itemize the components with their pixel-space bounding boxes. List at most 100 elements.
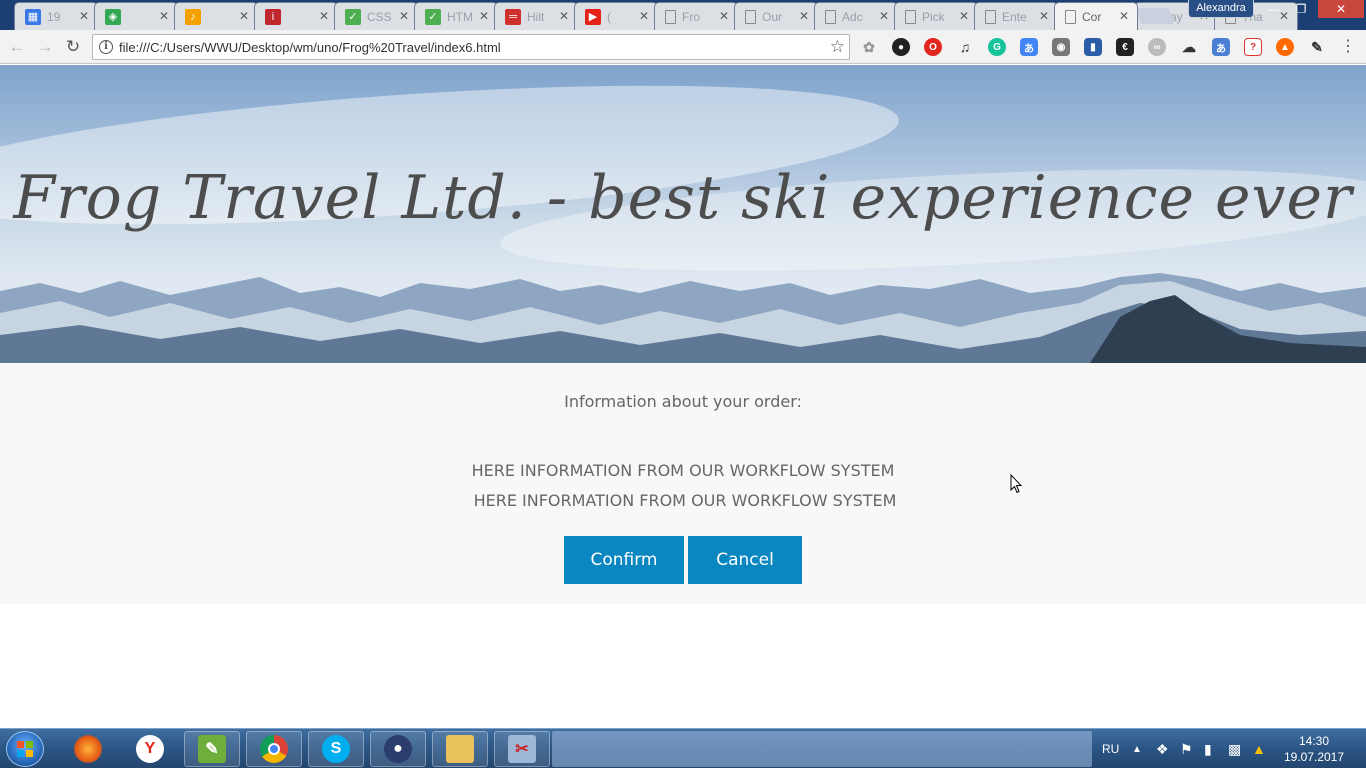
reload-button[interactable]: ↻ [62, 36, 84, 58]
folder-icon [446, 735, 474, 763]
cloud-off-extension-icon[interactable]: ☁ [1180, 38, 1198, 56]
taskbar-keepass[interactable]: ● [370, 731, 426, 767]
tab-close-icon[interactable]: ✕ [639, 9, 649, 23]
tab-close-icon[interactable]: ✕ [559, 9, 569, 23]
start-button[interactable] [6, 731, 44, 767]
language-indicator[interactable]: RU [1102, 729, 1119, 768]
taskbar-editor[interactable]: ✎ [184, 731, 240, 767]
browser-tab[interactable]: Fro ✕ [654, 2, 738, 30]
network-signal-icon[interactable]: ▩ [1228, 729, 1241, 768]
translate-alt-extension-icon[interactable]: あ [1212, 38, 1230, 56]
taskbar-clock[interactable]: 14:30 19.07.2017 [1270, 733, 1358, 765]
browser-tab[interactable]: Pick ✕ [894, 2, 978, 30]
browser-tab[interactable]: ◈ ✕ [94, 2, 178, 30]
browser-tab[interactable]: i ✕ [254, 2, 338, 30]
browser-tab[interactable]: Ente ✕ [974, 2, 1058, 30]
browser-tab[interactable]: Our ✕ [734, 2, 818, 30]
minimize-button[interactable]: — [1262, 0, 1286, 18]
forward-button[interactable]: → [34, 36, 56, 58]
tab-close-icon[interactable]: ✕ [959, 9, 969, 23]
bookmark-star-icon[interactable]: ☆ [830, 37, 845, 57]
browser-tab-title: Adc [842, 9, 863, 24]
browser-tab[interactable]: ▶ (✕ [574, 2, 658, 30]
windows-taskbar: Y ✎ S ● ✂ RU ▲ ❖ ⚑ ▮ ▩ ▲ 14:30 19.07.201… [0, 728, 1366, 768]
vpn-extension-icon[interactable]: ∞ [1148, 38, 1166, 56]
google-drive-icon[interactable]: ▲ [1252, 729, 1266, 768]
calendar-icon: ▦ [25, 8, 41, 25]
tab-close-icon[interactable]: ✕ [479, 9, 489, 23]
restore-button[interactable]: ❐ [1288, 0, 1314, 18]
eye-extension-icon[interactable]: ◉ [1052, 38, 1070, 56]
browser-tab[interactable]: ✓ HTM ✕ [414, 2, 498, 30]
address-bar[interactable]: i file:///C:/Users/WWU/Desktop/wm/uno/Fr… [92, 34, 850, 60]
taskbar-yandex[interactable]: Y [122, 731, 178, 767]
close-window-button[interactable]: ✕ [1318, 0, 1364, 18]
evernote-extension-icon[interactable]: € [1116, 38, 1134, 56]
browser-toolbar: ← → ↻ i file:///C:/Users/WWU/Desktop/wm/… [0, 30, 1366, 64]
translate-extension-icon[interactable]: あ [1020, 38, 1038, 56]
tab-close-icon[interactable]: ✕ [79, 9, 89, 23]
taskbar-hidden-window-area [552, 731, 1092, 767]
taskbar-firefox[interactable] [60, 731, 116, 767]
profile-button[interactable]: Alexandra [1188, 0, 1254, 18]
browser-tab-title: Hilt [527, 9, 545, 24]
cancel-button[interactable]: Cancel [688, 536, 802, 584]
notepad-icon: ✎ [198, 735, 226, 763]
music-icon: ♪ [185, 8, 201, 25]
mouse-cursor-icon [1010, 474, 1022, 494]
tab-close-icon[interactable]: ✕ [1119, 9, 1129, 23]
browser-tab[interactable]: ═ Hilt ✕ [494, 2, 578, 30]
battery-icon[interactable]: ▮ [1204, 729, 1212, 768]
taskbar-explorer[interactable] [432, 731, 488, 767]
taskbar-skype[interactable]: S [308, 731, 364, 767]
browser-tab[interactable]: ▦ 19 ✕ [14, 2, 98, 30]
w3-icon: ✓ [425, 8, 441, 25]
yandex-icon: Y [136, 735, 164, 763]
tab-close-icon[interactable]: ✕ [879, 9, 889, 23]
back-button[interactable]: ← [6, 36, 28, 58]
browser-tab-title: HTM [447, 9, 473, 24]
windows-logo-icon [17, 741, 33, 757]
tab-close-icon[interactable]: ✕ [319, 9, 329, 23]
browser-tab[interactable]: Adc ✕ [814, 2, 898, 30]
opera-extension-icon[interactable]: O [924, 38, 942, 56]
tab-close-icon[interactable]: ✕ [719, 9, 729, 23]
address-url[interactable]: file:///C:/Users/WWU/Desktop/wm/uno/Frog… [119, 40, 501, 55]
help-extension-icon[interactable]: ? [1244, 38, 1262, 56]
tab-close-icon[interactable]: ✕ [399, 9, 409, 23]
confirm-button[interactable]: Confirm [564, 536, 684, 584]
new-tab-button[interactable] [1135, 8, 1175, 24]
show-hidden-icons-button[interactable]: ▲ [1132, 729, 1142, 768]
music-extension-icon[interactable]: ♫ [956, 38, 974, 56]
chrome-icon [260, 735, 288, 763]
paw-extension-icon[interactable]: ✿ [860, 38, 878, 56]
browser-tab[interactable]: Cor ✕ [1054, 2, 1138, 30]
skype-icon: S [322, 735, 350, 763]
globe-extension-icon[interactable]: ● [892, 38, 910, 56]
document-icon [665, 9, 676, 24]
taskbar-snipping-tool[interactable]: ✂ [494, 731, 550, 767]
bookmark-extension-icon[interactable]: ▮ [1084, 38, 1102, 56]
tab-close-icon[interactable]: ✕ [239, 9, 249, 23]
document-icon [825, 9, 836, 24]
document-icon [1065, 9, 1076, 24]
browser-menu-icon[interactable]: ⋮ [1340, 36, 1356, 56]
dropbox-tray-icon[interactable]: ❖ [1156, 729, 1169, 768]
document-icon [905, 9, 916, 24]
grammarly-extension-icon[interactable]: G [988, 38, 1006, 56]
tab-close-icon[interactable]: ✕ [799, 9, 809, 23]
tab-close-icon[interactable]: ✕ [1039, 9, 1049, 23]
taskbar-chrome[interactable] [246, 731, 302, 767]
document-icon [985, 9, 996, 24]
edit-extension-icon[interactable]: ✎ [1308, 38, 1326, 56]
action-center-flag-icon[interactable]: ⚑ [1180, 729, 1193, 768]
browser-tab[interactable]: ✓ CSS ✕ [334, 2, 418, 30]
site-info-icon[interactable]: i [99, 40, 113, 54]
browser-tab[interactable]: ♪ ✕ [174, 2, 258, 30]
fire-extension-icon[interactable]: ▲ [1276, 38, 1294, 56]
hero-banner: Frog Travel Ltd. - best ski experience e… [0, 65, 1366, 363]
hilton-icon: ═ [505, 8, 521, 25]
workflow-info-line-1: HERE INFORMATION FROM OUR WORKFLOW SYSTE… [471, 461, 895, 480]
tab-close-icon[interactable]: ✕ [159, 9, 169, 23]
browser-tab-title: Cor [1082, 9, 1102, 24]
